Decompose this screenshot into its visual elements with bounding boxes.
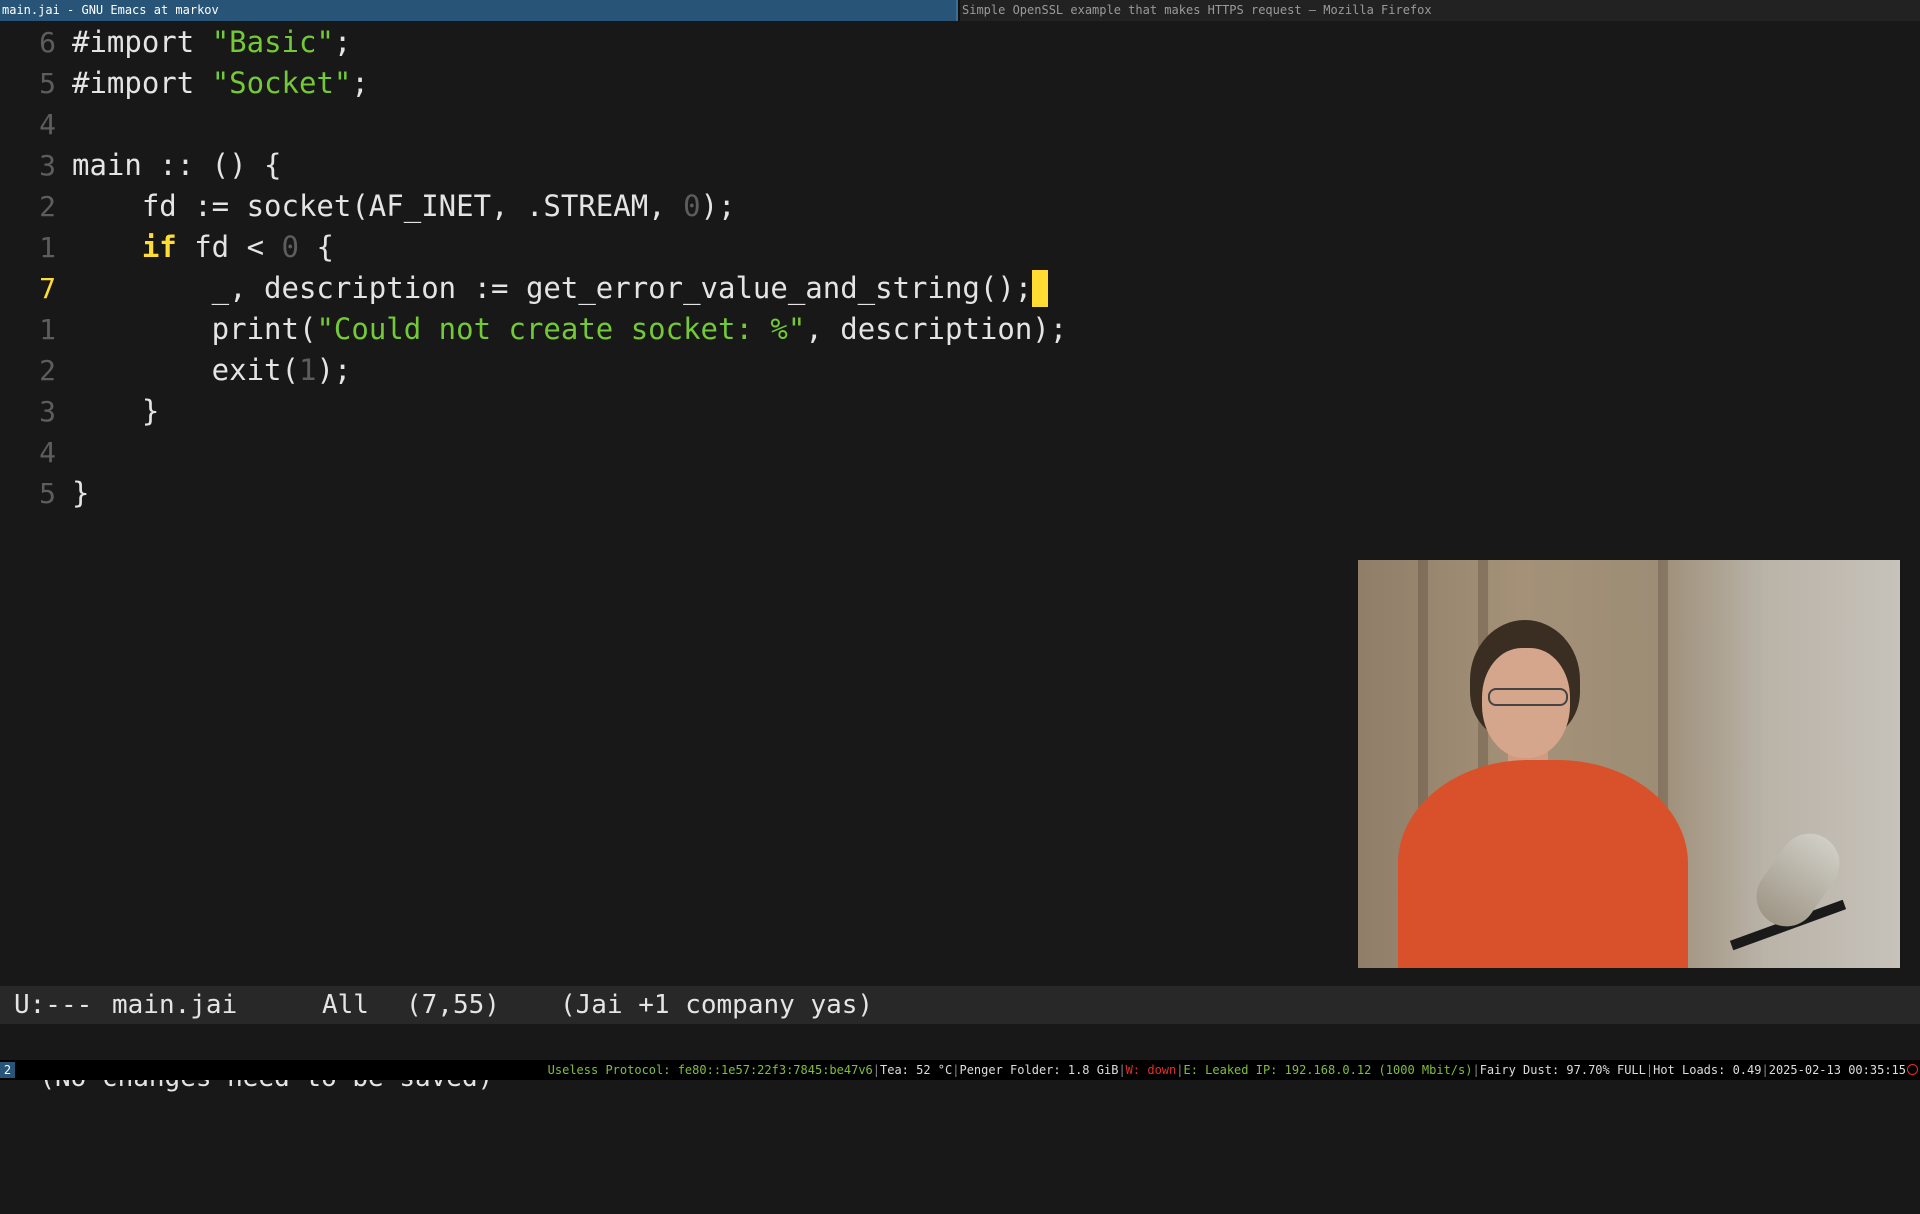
code-token: { xyxy=(299,230,334,264)
glasses xyxy=(1488,688,1568,706)
loads-status: Hot Loads: 0.49 xyxy=(1653,1063,1762,1077)
keyword-token: if xyxy=(141,230,177,264)
code-token: ; xyxy=(333,25,352,59)
code-text[interactable]: exit(1); xyxy=(72,350,352,391)
wifi-status: W: down xyxy=(1125,1063,1177,1077)
string-token: "Could not create socket: %" xyxy=(316,312,806,346)
code-token: ); xyxy=(316,353,352,387)
string-token: "Basic" xyxy=(211,25,334,59)
number-token: 0 xyxy=(683,189,701,223)
webcam-overlay xyxy=(1358,560,1900,968)
string-token: "Socket" xyxy=(211,66,352,100)
separator: | xyxy=(1761,1063,1769,1077)
code-text[interactable]: #import "Basic"; xyxy=(72,22,351,63)
code-token: ); xyxy=(700,189,736,223)
line-number: 6 xyxy=(39,26,56,59)
code-token: exit( xyxy=(72,353,299,387)
dust-status: Fairy Dust: 97.70% FULL xyxy=(1479,1063,1646,1077)
ethernet-status: E: Leaked IP: 192.168.0.12 (1000 Mbit/s) xyxy=(1183,1063,1473,1077)
code-token: print( xyxy=(72,312,317,346)
line-number: 2 xyxy=(39,354,56,387)
code-token: #import xyxy=(72,66,212,100)
separator: | xyxy=(1472,1063,1480,1077)
line-number: 4 xyxy=(39,436,56,469)
line-number: 2 xyxy=(39,190,56,223)
code-text[interactable]: } xyxy=(72,473,89,514)
emacs-window-tab[interactable]: main.jai - GNU Emacs at markov xyxy=(0,0,958,21)
line-number: 5 xyxy=(39,67,56,100)
code-token: fd < xyxy=(176,230,282,264)
separator: | xyxy=(1118,1063,1126,1077)
number-token: 0 xyxy=(281,230,299,264)
major-modes[interactable]: (Jai +1 company yas) xyxy=(560,986,873,1024)
folder-status: Penger Folder: 1.8 GiB xyxy=(959,1063,1119,1077)
code-text[interactable]: if fd < 0 { xyxy=(72,227,334,268)
tea-status: Tea: 52 °C xyxy=(880,1063,953,1077)
code-text[interactable]: #import "Socket"; xyxy=(72,63,369,104)
datetime-status: 2025-02-13 00:35:15 xyxy=(1768,1063,1906,1077)
number-token: 1 xyxy=(298,353,317,387)
line-number: 1 xyxy=(39,231,56,264)
person-shirt xyxy=(1398,760,1688,968)
protocol-status: Useless Protocol: fe80::1e57:22f3:7845:b… xyxy=(547,1063,873,1077)
code-text[interactable]: main :: () { xyxy=(72,145,282,186)
minibuffer[interactable]: (No changes need to be saved) xyxy=(0,1024,1920,1093)
tray-icon[interactable] xyxy=(1907,1064,1918,1075)
code-text[interactable]: print("Could not create socket: %", desc… xyxy=(72,309,1068,350)
status-items: Useless Protocol: fe80::1e57:22f3:7845:b… xyxy=(548,1060,1906,1080)
text-cursor xyxy=(1032,270,1049,307)
code-token: } xyxy=(72,476,90,510)
window-titlebar: main.jai - GNU Emacs at markov Simple Op… xyxy=(0,0,1920,21)
code-token: #import xyxy=(72,25,212,59)
workspace-button[interactable]: 2 xyxy=(0,1062,15,1078)
code-text[interactable]: } xyxy=(72,391,159,432)
i3-status-bar: 2 Useless Protocol: fe80::1e57:22f3:7845… xyxy=(0,1060,1920,1080)
code-token: _, description := get_error_value_and_st… xyxy=(72,271,1033,305)
mode-line: U:--- main.jai All (7,55) (Jai +1 compan… xyxy=(0,986,1920,1024)
line-number: 5 xyxy=(39,477,56,510)
code-token: fd := socket(AF_INET, .STREAM, xyxy=(72,189,684,223)
buffer-state: U:--- xyxy=(14,990,93,1020)
code-token: , description); xyxy=(805,312,1068,346)
code-text[interactable]: _, description := get_error_value_and_st… xyxy=(72,268,1049,309)
line-number: 7 xyxy=(39,272,56,305)
code-text[interactable]: fd := socket(AF_INET, .STREAM, 0); xyxy=(72,186,736,227)
code-token: main :: () { xyxy=(72,148,282,182)
firefox-window-tab[interactable]: Simple OpenSSL example that makes HTTPS … xyxy=(960,0,1920,21)
cursor-position: (7,55) xyxy=(406,990,500,1020)
line-number: 1 xyxy=(39,313,56,346)
line-number: 3 xyxy=(39,395,56,428)
scroll-position: All xyxy=(322,990,369,1020)
line-number: 3 xyxy=(39,149,56,182)
code-token: } xyxy=(72,394,160,428)
line-number: 4 xyxy=(39,108,56,141)
microphone xyxy=(1744,821,1852,939)
code-token: ; xyxy=(351,66,369,100)
buffer-name[interactable]: main.jai xyxy=(112,986,237,1024)
separator: | xyxy=(872,1063,880,1077)
